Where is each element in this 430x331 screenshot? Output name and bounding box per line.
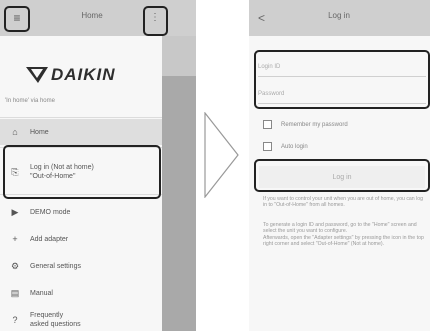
menu-item-label: DEMO mode xyxy=(30,208,71,216)
app-bar: < Log in xyxy=(249,0,430,36)
daikin-logo: DAIKIN xyxy=(26,65,116,85)
manual-icon: ▤ xyxy=(10,287,20,298)
menu-item-label: Home xyxy=(30,128,49,136)
highlight-login-item xyxy=(3,145,161,199)
auto-login-label: Auto login xyxy=(281,143,308,150)
home-icon: ⌂ xyxy=(12,127,18,137)
menu-item-add-adapter[interactable]: + Add adapter xyxy=(0,226,162,252)
highlight-credential-fields xyxy=(254,50,430,109)
screen-title: Log in xyxy=(328,11,350,20)
gear-icon: ⚙ xyxy=(10,260,20,271)
drawer-screen: ≡ Home ⋮ DAIKIN 'In home' via home ⌂ Hom… xyxy=(0,0,196,331)
menu-item-label: Add adapter xyxy=(30,235,69,243)
login-instructions-text: To generate a login ID and password, go … xyxy=(263,222,424,248)
highlight-login-button xyxy=(254,159,430,192)
auto-login-checkbox[interactable] xyxy=(263,142,272,151)
menu-item-label: Frequently asked questions xyxy=(30,312,81,328)
faq-icon: ? xyxy=(12,315,18,325)
arrow-right-icon xyxy=(204,112,239,198)
logo-text: DAIKIN xyxy=(51,65,116,84)
drawer-subtext: 'In home' via home xyxy=(5,98,55,104)
remember-password-label: Remember my password xyxy=(281,121,348,128)
demo-icon: ▶ xyxy=(11,206,19,217)
menu-item-label: Manual xyxy=(30,289,53,297)
menu-item-home[interactable]: ⌂ Home xyxy=(0,119,162,145)
dimmed-overlay[interactable] xyxy=(162,36,196,331)
daikin-logo-icon xyxy=(26,67,48,83)
menu-item-demo[interactable]: ▶ DEMO mode xyxy=(0,199,162,225)
screen-title: Home xyxy=(81,11,103,20)
menu-item-label: General settings xyxy=(30,262,81,270)
login-info-text: If you want to control your unit when yo… xyxy=(263,196,424,209)
menu-item-faq[interactable]: ? Frequently asked questions xyxy=(0,306,162,331)
menu-item-general-settings[interactable]: ⚙ General settings xyxy=(0,253,162,279)
remember-password-row[interactable]: Remember my password xyxy=(263,120,348,129)
highlight-hamburger xyxy=(4,6,30,32)
auto-login-row[interactable]: Auto login xyxy=(263,142,308,151)
remember-password-checkbox[interactable] xyxy=(263,120,272,129)
highlight-more-options xyxy=(143,6,168,36)
menu-item-manual[interactable]: ▤ Manual xyxy=(0,280,162,306)
plus-icon: + xyxy=(12,234,18,244)
divider xyxy=(0,117,162,118)
back-icon[interactable]: < xyxy=(258,9,265,27)
